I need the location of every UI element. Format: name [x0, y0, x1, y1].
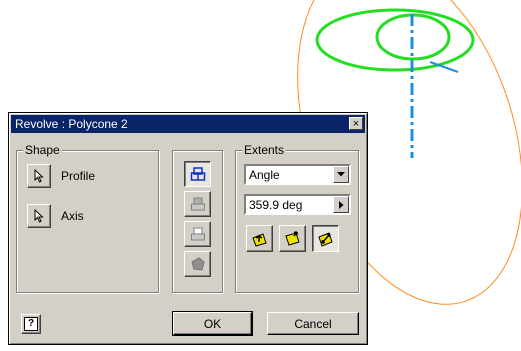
profile-label: Profile — [61, 169, 96, 183]
cursor-arrow-icon — [34, 209, 44, 223]
close-button[interactable]: × — [349, 117, 363, 130]
revolve-dialog: Revolve : Polycone 2 × Shape Profile Axi… — [8, 112, 368, 345]
dialog-title: Revolve : Polycone 2 — [15, 117, 128, 131]
extents-type-value: Angle — [249, 168, 280, 182]
direction-reverse-button[interactable] — [279, 225, 306, 252]
cut-operation-icon — [190, 197, 205, 211]
cut-button[interactable] — [184, 191, 211, 217]
profile-select-button[interactable] — [27, 164, 51, 188]
intersect-operation-icon — [190, 227, 205, 241]
direction-reverse-icon — [284, 230, 300, 246]
cancel-button[interactable]: Cancel — [267, 312, 359, 335]
dropdown-arrow-icon[interactable] — [333, 166, 349, 183]
dialog-titlebar[interactable]: Revolve : Polycone 2 × — [11, 115, 365, 133]
angle-flyout-arrow-icon[interactable] — [333, 196, 349, 213]
axis-select-button[interactable] — [27, 204, 51, 228]
operation-group — [172, 150, 223, 293]
intersect-button[interactable] — [184, 221, 211, 247]
extents-type-dropdown[interactable]: Angle — [244, 164, 351, 185]
direction-symmetric-button[interactable] — [312, 225, 339, 252]
shape-group-label: Shape — [23, 143, 62, 157]
direction-forward-icon — [251, 232, 267, 247]
surface-button[interactable] — [184, 251, 211, 277]
extents-group: Extents Angle 359.9 deg — [235, 143, 359, 293]
axis-label: Axis — [61, 209, 84, 223]
join-operation-icon — [190, 167, 205, 181]
extents-group-label: Extents — [242, 143, 287, 157]
help-icon: ? — [24, 317, 38, 331]
surface-output-icon — [190, 257, 205, 271]
shape-group: Shape Profile Axis — [16, 143, 159, 293]
direction-symmetric-icon — [317, 231, 333, 247]
help-button[interactable]: ? — [21, 314, 41, 334]
join-button[interactable] — [184, 161, 211, 187]
direction-forward-button[interactable] — [246, 225, 273, 252]
cursor-arrow-icon — [34, 169, 44, 183]
ok-button[interactable]: OK — [172, 311, 253, 336]
angle-input[interactable]: 359.9 deg — [244, 194, 351, 215]
angle-value: 359.9 deg — [249, 198, 303, 212]
